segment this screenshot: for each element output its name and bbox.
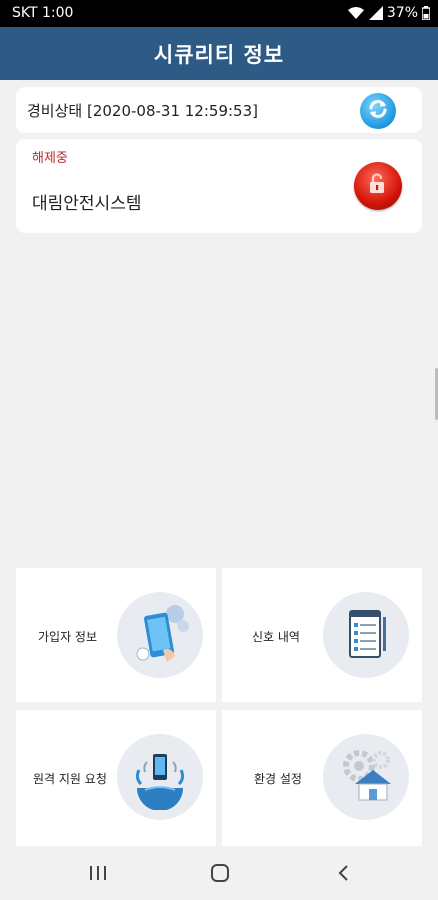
page-title: 시큐리티 정보: [153, 42, 285, 67]
unlock-icon: [367, 173, 389, 199]
home-button[interactable]: [200, 861, 240, 889]
recent-apps-icon: [89, 865, 107, 885]
battery-percent: 37%: [386, 5, 418, 21]
system-nav-bar: [0, 849, 438, 900]
back-button[interactable]: [323, 861, 363, 889]
signal-icon: [368, 6, 383, 20]
app-header: 시큐리티 정보: [0, 27, 438, 80]
system-state: 해제중: [32, 151, 68, 166]
menu-signal-history[interactable]: 신호 내역: [222, 568, 422, 702]
menu-remote-support[interactable]: 원격 지원 요청: [16, 710, 216, 846]
wifi-icon: [347, 6, 365, 20]
settings-house-gear-icon: [323, 734, 409, 820]
subscriber-phone-icon: [117, 592, 203, 678]
status-bar: SKT 1:00 37%: [0, 0, 438, 27]
menu-label: 환경 설정: [254, 772, 302, 786]
arm-toggle-button[interactable]: [354, 162, 402, 210]
back-icon: [337, 864, 349, 886]
refresh-button[interactable]: [360, 93, 396, 129]
refresh-icon: [366, 97, 390, 125]
home-icon: [210, 863, 230, 887]
status-icons: 37%: [347, 5, 430, 21]
security-status-card: 경비상태 [2020-08-31 12:59:53]: [16, 87, 422, 133]
remote-support-globe-icon: [117, 734, 203, 820]
menu-label: 원격 지원 요청: [33, 772, 107, 786]
battery-icon: [422, 6, 430, 20]
menu-label: 가입자 정보: [38, 630, 98, 644]
menu-subscriber-info[interactable]: 가입자 정보: [16, 568, 216, 702]
menu-settings[interactable]: 환경 설정: [222, 710, 422, 846]
signal-history-notepad-icon: [323, 592, 409, 678]
recent-apps-button[interactable]: [78, 861, 118, 889]
system-name: 대림안전시스템: [32, 194, 142, 214]
carrier-time: SKT 1:00: [12, 5, 74, 21]
security-status-text: 경비상태 [2020-08-31 12:59:53]: [27, 102, 258, 120]
system-card[interactable]: 해제중 대림안전시스템: [16, 139, 422, 233]
menu-label: 신호 내역: [252, 630, 300, 644]
